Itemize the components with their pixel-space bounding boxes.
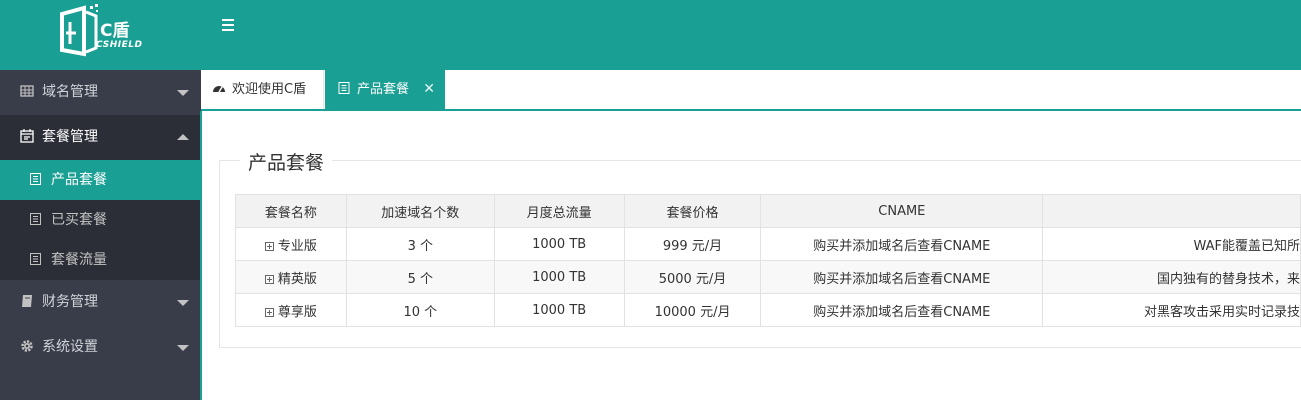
tab-label: 欢迎使用C盾: [232, 82, 307, 97]
table-cell: 1000 TB: [493, 260, 625, 294]
table-cell: 10 个: [345, 293, 495, 327]
package-name: 尊享版: [277, 304, 317, 320]
table-cell: 购买并添加域名后查看CNAME: [760, 227, 1044, 261]
chevron-down-icon: [177, 345, 189, 351]
package-name: 专业版: [277, 238, 317, 254]
gear-icon: [21, 340, 33, 352]
sidebar-subitem-package-traffic[interactable]: 套餐流量: [0, 240, 201, 280]
sidebar-item-package[interactable]: 套餐管理: [0, 115, 201, 160]
expand-plus-icon[interactable]: [264, 307, 274, 317]
chevron-up-icon: [177, 134, 189, 140]
brand-name-en: CSHIELD: [96, 40, 143, 50]
sidebar-subitem-label: 产品套餐: [51, 172, 107, 188]
sidebar-subitem-label: 已买套餐: [51, 212, 107, 228]
chevron-down-icon: [177, 90, 189, 96]
table-cell: WAF能覆盖已知所: [1042, 227, 1301, 261]
column-header: 套餐名称: [235, 194, 347, 228]
close-icon[interactable]: ✕: [423, 70, 435, 109]
document-icon: [338, 82, 350, 94]
column-header: 加速域名个数: [345, 194, 495, 228]
table-cell: 1000 TB: [493, 227, 625, 261]
table-cell: 999 元/月: [623, 227, 762, 261]
document-icon: [30, 253, 41, 265]
package-name-cell[interactable]: 尊享版: [235, 293, 347, 327]
sidebar: 域名管理 套餐管理 产品套餐 已买套餐 套餐流量 财务管理 系统设置: [0, 70, 201, 400]
tab-product-package[interactable]: 产品套餐 ✕: [325, 70, 445, 109]
tab-bar: 欢迎使用C盾 产品套餐 ✕: [201, 70, 1301, 111]
package-name-cell[interactable]: 专业版: [235, 227, 347, 261]
menu-toggle-icon[interactable]: [222, 16, 240, 34]
table-cell: 购买并添加域名后查看CNAME: [760, 260, 1044, 294]
top-header: C盾 CSHIELD: [0, 0, 1301, 70]
table-cell: 购买并添加域名后查看CNAME: [760, 293, 1044, 327]
sidebar-item-label: 域名管理: [42, 84, 98, 100]
sidebar-item-settings[interactable]: 系统设置: [0, 325, 201, 370]
sidebar-subitem-product-package[interactable]: 产品套餐: [0, 160, 201, 200]
brand-name-cn: C盾: [100, 21, 130, 41]
column-header: 月度总流量: [493, 194, 625, 228]
column-header: 套餐价格: [623, 194, 762, 228]
tab-welcome[interactable]: 欢迎使用C盾: [201, 70, 324, 109]
package-name: 精英版: [277, 271, 317, 287]
table-cell: 国内独有的替身技术，来: [1042, 260, 1301, 294]
column-header: CNAME: [760, 194, 1044, 228]
sidebar-item-label: 套餐管理: [42, 129, 98, 145]
sidebar-item-label: 系统设置: [42, 339, 98, 355]
sidebar-item-finance[interactable]: 财务管理: [0, 280, 201, 325]
document-icon: [30, 173, 41, 185]
package-table: 套餐名称 加速域名个数 月度总流量 套餐价格 CNAME 专业版 3 个 100…: [235, 194, 1301, 327]
table-header-row: 套餐名称 加速域名个数 月度总流量 套餐价格 CNAME: [235, 194, 1301, 228]
calendar-icon: [20, 129, 34, 143]
document-icon: [30, 213, 41, 225]
content-border: [200, 111, 202, 400]
dashboard-icon: [213, 86, 225, 93]
grid-icon: [20, 85, 34, 97]
table-cell: 5 个: [345, 260, 495, 294]
table-cell: 对黑客攻击采用实时记录技: [1042, 293, 1301, 327]
package-name-cell[interactable]: 精英版: [235, 260, 347, 294]
expand-plus-icon[interactable]: [264, 274, 274, 284]
table-row: 精英版 5 个 1000 TB 5000 元/月 购买并添加域名后查看CNAME…: [235, 260, 1301, 294]
panel-legend: 产品套餐: [240, 148, 333, 175]
table-cell: 3 个: [345, 227, 495, 261]
table-cell: 10000 元/月: [623, 293, 762, 327]
sidebar-item-domain[interactable]: 域名管理: [0, 70, 201, 115]
tab-label: 产品套餐: [357, 82, 410, 97]
sidebar-subitem-purchased-package[interactable]: 已买套餐: [0, 200, 201, 240]
column-header: [1042, 194, 1301, 228]
sidebar-subitem-label: 套餐流量: [51, 252, 107, 268]
sidebar-item-label: 财务管理: [42, 294, 98, 310]
table-row: 尊享版 10 个 1000 TB 10000 元/月 购买并添加域名后查看CNA…: [235, 293, 1301, 327]
book-icon: [22, 295, 32, 307]
table-row: 专业版 3 个 1000 TB 999 元/月 购买并添加域名后查看CNAME …: [235, 227, 1301, 261]
table-cell: 1000 TB: [493, 293, 625, 327]
package-submenu: 产品套餐 已买套餐 套餐流量: [0, 160, 201, 280]
table-cell: 5000 元/月: [623, 260, 762, 294]
expand-plus-icon[interactable]: [264, 241, 274, 251]
chevron-down-icon: [177, 300, 189, 306]
